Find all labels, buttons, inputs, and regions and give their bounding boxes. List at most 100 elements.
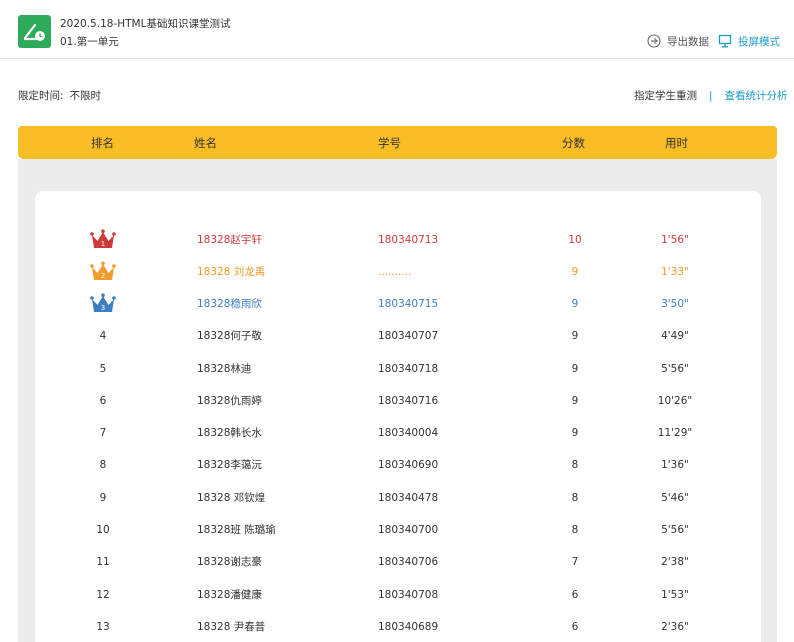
student-id-cell: 180340718 xyxy=(378,363,439,375)
score-cell: 9 xyxy=(571,330,579,342)
projector-icon xyxy=(718,34,732,48)
student-name-cell: 18328 尹春普 xyxy=(197,621,266,633)
student-name-cell: 18328稳雨欣 xyxy=(197,298,262,310)
crown-orange-icon: 2 xyxy=(90,261,116,283)
action-separator: | xyxy=(709,89,713,102)
rank-cell: 8 xyxy=(99,459,107,471)
view-statistics-link[interactable]: 查看统计分析 xyxy=(725,88,788,103)
table-row[interactable]: 5 18328林迪 180340718 9 5'56" xyxy=(35,353,761,385)
rank-cell: 11 xyxy=(96,556,110,568)
table-row[interactable]: 11 18328谢志豪 180340706 7 2'38" xyxy=(35,546,761,578)
score-cell: 9 xyxy=(571,363,579,375)
student-name-cell: 18328李蔼沅 xyxy=(197,459,262,471)
student-id-cell: .......... xyxy=(378,266,412,278)
time-used-cell: 1'33" xyxy=(661,266,689,278)
header-bar: 2020.5.18-HTML基础知识课堂测试 01.第一单元 导出数据 投屏模式 xyxy=(0,0,794,59)
student-id-cell: 180340706 xyxy=(378,556,439,568)
student-name-cell: 18328 邓钦煌 xyxy=(197,492,266,504)
student-name-cell: 18328何子敬 xyxy=(197,330,262,342)
time-used-cell: 1'56" xyxy=(661,234,689,246)
rank-cell: 10 xyxy=(96,524,110,536)
student-id-cell: 180340004 xyxy=(378,427,439,439)
table-row[interactable]: 1 18328赵宇轩 180340713 10 1'56" xyxy=(35,224,761,256)
student-name-cell: 18328 刘龙禹 xyxy=(197,266,266,278)
score-cell: 6 xyxy=(571,621,579,633)
student-name-cell: 18328赵宇轩 xyxy=(197,234,262,246)
table-row[interactable]: 3 18328稳雨欣 180340715 9 3'50" xyxy=(35,288,761,320)
score-cell: 9 xyxy=(571,427,579,439)
time-used-cell: 4'49" xyxy=(661,330,689,342)
page: 2020.5.18-HTML基础知识课堂测试 01.第一单元 导出数据 投屏模式… xyxy=(0,0,794,642)
score-cell: 10 xyxy=(568,234,582,246)
column-id-header: 学号 xyxy=(378,136,401,150)
time-used-cell: 10'26" xyxy=(657,395,693,407)
student-id-cell: 180340713 xyxy=(378,234,439,246)
score-cell: 6 xyxy=(571,589,579,601)
student-id-cell: 180340708 xyxy=(378,589,439,601)
student-name-cell: 18328潘健康 xyxy=(197,589,262,601)
time-used-cell: 11'29" xyxy=(657,427,693,439)
time-used-cell: 3'50" xyxy=(661,298,689,310)
screen-mode-label: 投屏模式 xyxy=(738,35,780,48)
student-name-cell: 18328仇雨婷 xyxy=(197,395,262,407)
page-title: 2020.5.18-HTML基础知识课堂测试 xyxy=(60,18,231,30)
student-id-cell: 180340700 xyxy=(378,524,439,536)
unit-subtitle: 01.第一单元 xyxy=(60,36,119,48)
table-row[interactable]: 12 18328潘健康 180340708 6 1'53" xyxy=(35,579,761,611)
student-id-cell: 180340689 xyxy=(378,621,439,633)
column-score-header: 分数 xyxy=(562,136,585,150)
export-icon xyxy=(647,34,661,48)
table-row[interactable]: 7 18328韩长水 180340004 9 11'29" xyxy=(35,417,761,449)
export-data-button[interactable]: 导出数据 xyxy=(647,33,709,49)
table-row[interactable]: 4 18328何子敬 180340707 9 4'49" xyxy=(35,320,761,352)
time-used-cell: 5'56" xyxy=(661,363,689,375)
crown-rank-number: 2 xyxy=(101,272,105,280)
crown-rank-number: 1 xyxy=(101,240,105,248)
time-used-cell: 1'36" xyxy=(661,459,689,471)
crown-gold-icon: 1 xyxy=(90,229,116,251)
rank-cell: 9 xyxy=(99,492,107,504)
time-limit-info: 限定时间: 不限时 xyxy=(18,88,101,103)
rank-cell: 12 xyxy=(96,589,110,601)
rank-cell: 5 xyxy=(99,363,107,375)
retest-students-link[interactable]: 指定学生重测 xyxy=(634,88,697,103)
column-name-header: 姓名 xyxy=(194,136,217,150)
rank-cell: 7 xyxy=(99,427,107,439)
score-cell: 7 xyxy=(571,556,579,568)
time-used-cell: 5'46" xyxy=(661,492,689,504)
rank-cell: 6 xyxy=(99,395,107,407)
score-cell: 8 xyxy=(571,524,579,536)
score-cell: 9 xyxy=(571,266,579,278)
table-row[interactable]: 10 18328班 陈璐瑜 180340700 8 5'56" xyxy=(35,514,761,546)
student-id-cell: 180340690 xyxy=(378,459,439,471)
score-cell: 9 xyxy=(571,395,579,407)
test-logo-icon xyxy=(18,15,51,48)
ranking-table-header: 排名 姓名 学号 分数 用时 xyxy=(18,126,777,159)
time-limit-label: 限定时间: xyxy=(18,90,64,102)
column-time-header: 用时 xyxy=(665,136,688,150)
export-data-label: 导出数据 xyxy=(667,35,709,48)
result-actions: 指定学生重测 | 查看统计分析 xyxy=(634,88,788,103)
rank-cell: 13 xyxy=(96,621,110,633)
student-id-cell: 180340715 xyxy=(378,298,439,310)
table-row[interactable]: 13 18328 尹春普 180340689 6 2'36" xyxy=(35,611,761,642)
screen-mode-button[interactable]: 投屏模式 xyxy=(718,33,780,49)
score-cell: 9 xyxy=(571,298,579,310)
student-name-cell: 18328谢志豪 xyxy=(197,556,262,568)
table-row[interactable]: 8 18328李蔼沅 180340690 8 1'36" xyxy=(35,449,761,481)
time-used-cell: 1'53" xyxy=(661,589,689,601)
table-row[interactable]: 9 18328 邓钦煌 180340478 8 5'46" xyxy=(35,482,761,514)
time-used-cell: 5'56" xyxy=(661,524,689,536)
score-cell: 8 xyxy=(571,459,579,471)
table-row[interactable]: 6 18328仇雨婷 180340716 9 10'26" xyxy=(35,385,761,417)
time-used-cell: 2'38" xyxy=(661,556,689,568)
student-name-cell: 18328林迪 xyxy=(197,363,252,375)
time-used-cell: 2'36" xyxy=(661,621,689,633)
student-id-cell: 180340707 xyxy=(378,330,439,342)
crown-rank-number: 3 xyxy=(101,304,105,312)
student-name-cell: 18328韩长水 xyxy=(197,427,262,439)
table-row[interactable]: 2 18328 刘龙禹.......... 9 1'33" xyxy=(35,256,761,288)
crown-blue-icon: 3 xyxy=(90,293,116,315)
rank-cell: 4 xyxy=(99,330,107,342)
column-rank-header: 排名 xyxy=(91,136,114,150)
